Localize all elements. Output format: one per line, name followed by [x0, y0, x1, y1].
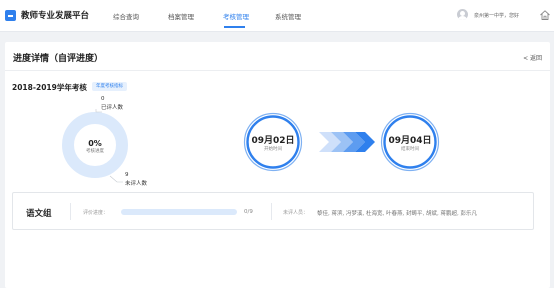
- nav-active-indicator: [224, 26, 245, 28]
- group-progress-bar: [121, 209, 237, 215]
- unrated-members-list: 黎佳, 蒋滨, 冯梦溪, 杜海宽, 叶春燕, 封畴平, 胡斌, 蒋鹏超, 彭乐凡: [317, 211, 477, 217]
- progress-count: 0/9: [244, 209, 253, 215]
- donut-caption: 考核进度: [86, 149, 104, 154]
- assessment-tag[interactable]: 年度考核指标: [92, 82, 127, 91]
- nav-item-assessment[interactable]: 考核管理: [223, 11, 249, 21]
- app-title[interactable]: 教师专业发展平台: [21, 9, 89, 21]
- start-date-label: 开始时间: [264, 147, 282, 152]
- unrated-count: 9: [125, 172, 129, 178]
- user-avatar-icon[interactable]: [457, 9, 468, 20]
- donut-percent: 0%: [88, 139, 102, 148]
- progress-label: 评价进度：: [83, 210, 109, 216]
- group-name: 语文组: [26, 209, 52, 219]
- progress-arrows-icon: [319, 132, 375, 152]
- back-button[interactable]: < 返回: [523, 53, 542, 62]
- user-greeting[interactable]: 泉州第一中学，您好: [474, 12, 519, 19]
- progress-detail-card: 进度详情（自评进度） < 返回 2018-2019学年考核 年度考核指标 0% …: [5, 42, 550, 288]
- rated-label: 已评人数: [101, 105, 124, 111]
- end-date: 09月04日: [388, 136, 432, 146]
- start-date: 09月02日: [251, 136, 295, 146]
- end-date-label: 结束时间: [401, 147, 419, 152]
- group-divider: [70, 203, 71, 220]
- nav-item-archive[interactable]: 档案管理: [168, 11, 194, 21]
- top-header: 教师专业发展平台 综合查询 档案管理 考核管理 系统管理 泉州第一中学，您好: [0, 0, 554, 32]
- title-divider: [5, 70, 550, 71]
- rated-count: 0: [101, 96, 105, 102]
- nav-item-system[interactable]: 系统管理: [275, 11, 301, 21]
- home-icon[interactable]: [539, 9, 551, 21]
- group-progress-row: 语文组 评价进度： 0/9 未评人员： 黎佳, 蒋滨, 冯梦溪, 杜海宽, 叶春…: [12, 192, 534, 230]
- page-title: 进度详情（自评进度）: [13, 54, 104, 64]
- nav-item-query[interactable]: 综合查询: [113, 11, 139, 21]
- group-divider-2: [271, 203, 272, 220]
- unrated-members-label: 未评人员：: [283, 210, 309, 216]
- unrated-label: 未评人数: [125, 181, 148, 187]
- app-logo-icon[interactable]: [5, 10, 16, 21]
- assessment-year-title: 2018-2019学年考核: [12, 83, 87, 92]
